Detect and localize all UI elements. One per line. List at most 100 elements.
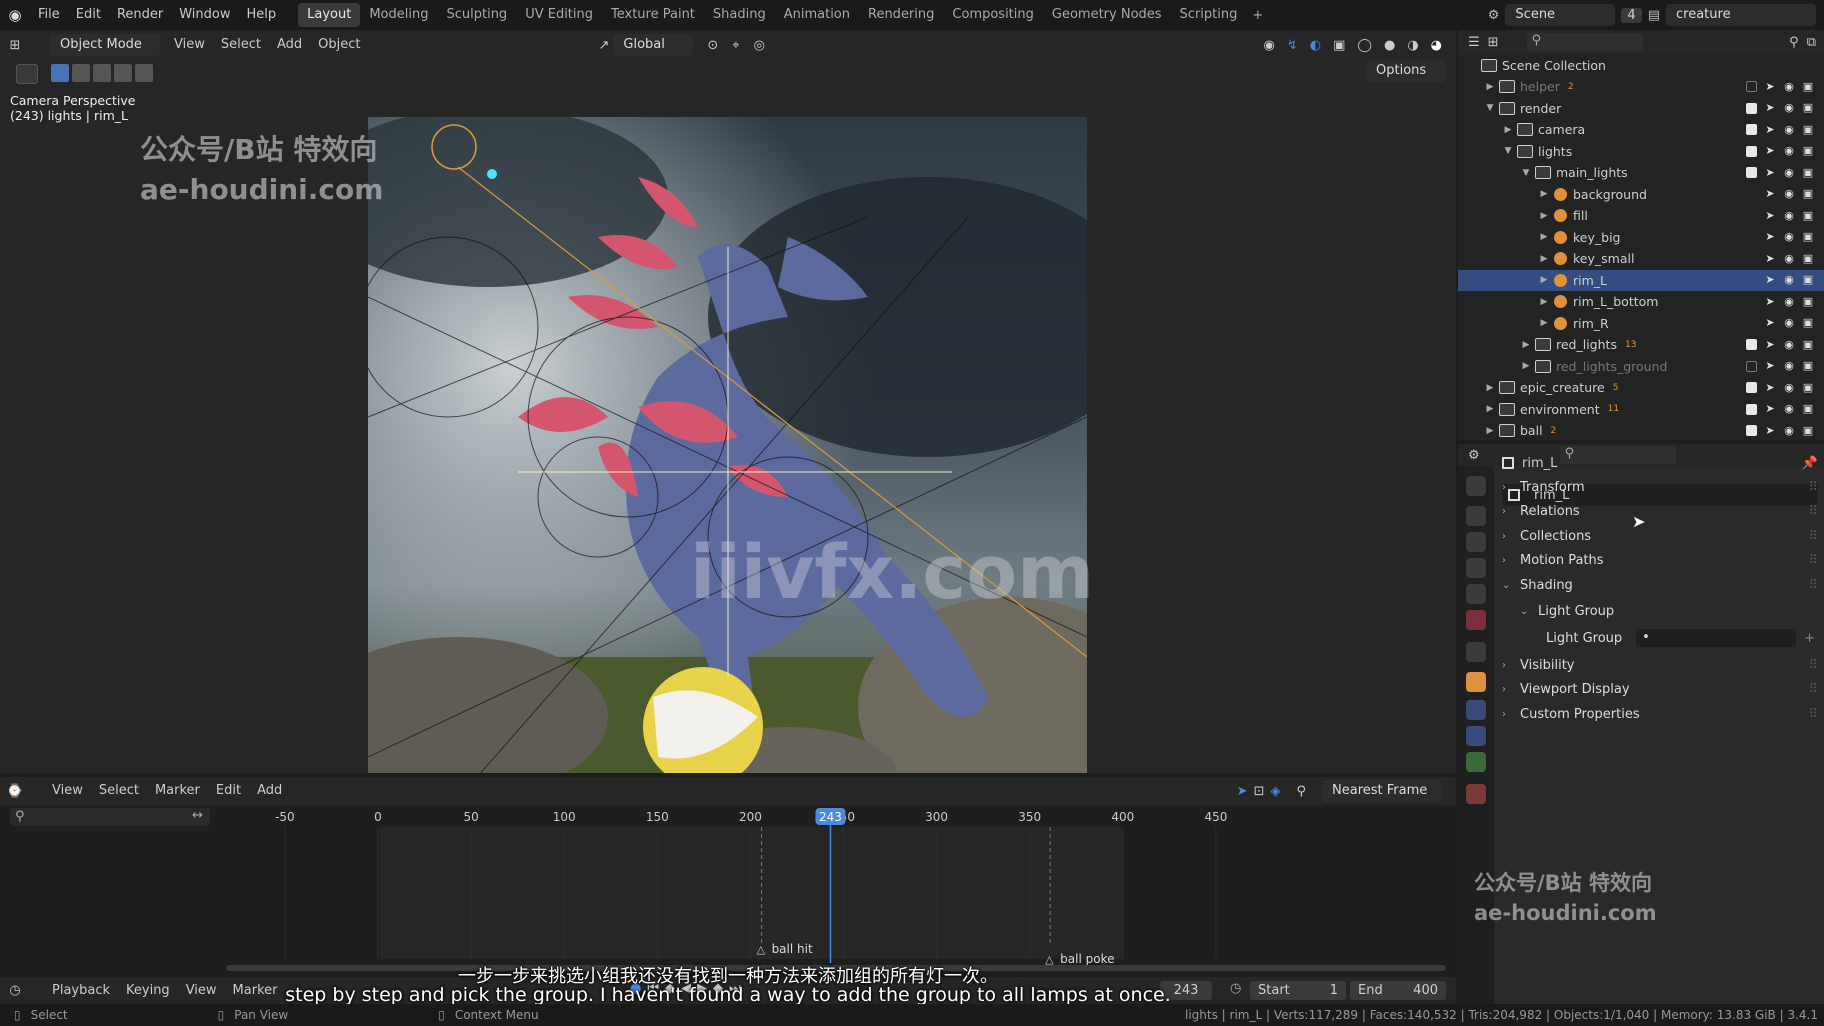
drag-handle-icon[interactable]: ⠿	[1808, 658, 1818, 673]
select-mode-intersect-icon[interactable]	[135, 64, 153, 82]
expand-closed-icon[interactable]: ▶	[1538, 297, 1550, 307]
new-collection-icon[interactable]: ⧉	[1807, 35, 1824, 50]
outliner-row-render[interactable]: ▼ render ➤ ◉ ▣	[1458, 98, 1824, 119]
visibility-eye-icon[interactable]: ◉	[1783, 295, 1795, 308]
selectable-icon[interactable]: ➤	[1764, 403, 1776, 415]
expand-closed-icon[interactable]: ▶	[1484, 82, 1496, 92]
selectable-icon[interactable]: ➤	[1764, 166, 1776, 179]
exclude-checkbox[interactable]	[1746, 403, 1757, 415]
outliner-row-fill[interactable]: ▶ fill ➤ ◉ ▣	[1458, 205, 1824, 226]
visibility-eye-icon[interactable]: ◉	[1783, 317, 1795, 329]
exclude-checkbox[interactable]	[1746, 102, 1757, 114]
viewport-menu-object[interactable]: Object	[310, 33, 368, 57]
proportional-edit-icon[interactable]: ◎	[754, 38, 765, 53]
selectable-icon[interactable]: ➤	[1764, 295, 1776, 308]
render-camera-icon[interactable]: ▣	[1802, 252, 1814, 265]
add-workspace-button[interactable]: +	[1246, 8, 1269, 23]
outliner-row-key-big[interactable]: ▶ key_big ➤ ◉ ▣	[1458, 227, 1824, 248]
solid-shading-icon[interactable]: ●	[1384, 38, 1395, 53]
only-show-selected-icon[interactable]: ➤	[1237, 784, 1248, 799]
selectable-icon[interactable]: ➤	[1764, 123, 1776, 136]
pivot-icon[interactable]: ⊙	[707, 38, 718, 53]
timeline-menu-add[interactable]: Add	[249, 779, 290, 803]
render-camera-icon[interactable]: ▣	[1802, 274, 1814, 286]
texture-tab-icon[interactable]	[1466, 784, 1486, 804]
outliner-row-red-lights[interactable]: ▶ red_lights 13 ➤ ◉ ▣	[1458, 334, 1824, 355]
render-camera-icon[interactable]: ▣	[1802, 295, 1814, 308]
timeline-editor-icon[interactable]: ⌚	[0, 784, 30, 799]
outliner-row-rim-R[interactable]: ▶ rim_R ➤ ◉ ▣	[1458, 313, 1824, 334]
expand-closed-icon[interactable]: ▶	[1538, 232, 1550, 242]
drag-handle-icon[interactable]: ⠿	[1808, 707, 1818, 722]
visibility-eye-icon[interactable]: ◉	[1783, 403, 1795, 415]
expand-closed-icon[interactable]: ▶	[1484, 404, 1496, 414]
scene-tab-icon[interactable]	[1466, 584, 1486, 604]
workspace-tab-uv-editing[interactable]: UV Editing	[516, 3, 602, 27]
scene-icon[interactable]: ⚙	[1488, 8, 1500, 23]
workspace-tab-texture-paint[interactable]: Texture Paint	[602, 3, 704, 27]
render-camera-icon[interactable]: ▣	[1802, 80, 1814, 93]
exclude-checkbox[interactable]	[1746, 425, 1757, 436]
world-tab-icon[interactable]	[1466, 610, 1486, 630]
rendered-shading-icon[interactable]: ◕	[1431, 38, 1442, 53]
workspace-tab-layout[interactable]: Layout	[298, 3, 361, 27]
view-layer-tab-icon[interactable]	[1466, 558, 1486, 578]
selectable-icon[interactable]: ➤	[1764, 381, 1776, 394]
menu-help[interactable]: Help	[239, 0, 285, 30]
select-mode-extend-icon[interactable]	[72, 64, 90, 82]
render-camera-icon[interactable]: ▣	[1802, 166, 1814, 179]
expand-closed-icon[interactable]: ▶	[1538, 189, 1550, 199]
exclude-checkbox[interactable]	[1746, 81, 1757, 92]
menu-edit[interactable]: Edit	[68, 0, 109, 30]
visibility-eye-icon[interactable]: ◉	[1783, 166, 1795, 179]
only-errors-icon[interactable]: ◈	[1270, 784, 1280, 799]
visibility-eye-icon[interactable]: ◉	[1783, 252, 1795, 265]
panel-relations[interactable]: › Relations ⠿	[1502, 501, 1818, 523]
workspace-tab-modeling[interactable]: Modeling	[360, 3, 437, 27]
render-camera-icon[interactable]: ▣	[1802, 403, 1814, 415]
panel-viewport-display[interactable]: › Viewport Display ⠿	[1502, 679, 1818, 701]
render-camera-icon[interactable]: ▣	[1802, 424, 1814, 437]
light-group-field[interactable]: •	[1636, 629, 1797, 647]
render-camera-icon[interactable]: ▣	[1802, 338, 1814, 351]
outliner-row-key-small[interactable]: ▶ key_small ➤ ◉ ▣	[1458, 248, 1824, 269]
physics-tab-icon[interactable]	[1466, 700, 1486, 720]
drag-handle-icon[interactable]: ⠿	[1808, 529, 1818, 544]
selectable-icon[interactable]: ➤	[1764, 231, 1776, 243]
drag-handle-icon[interactable]: ⠿	[1808, 578, 1818, 593]
drag-handle-icon[interactable]: ⠿	[1808, 682, 1818, 697]
render-camera-icon[interactable]: ▣	[1802, 209, 1814, 222]
outliner-filter-icon[interactable]: ⚲	[1789, 35, 1799, 50]
mode-selector[interactable]: Object Mode	[50, 34, 160, 56]
drag-handle-icon[interactable]: ⠿	[1808, 480, 1818, 495]
visibility-eye-icon[interactable]: ◉	[1783, 123, 1795, 136]
exclude-checkbox[interactable]	[1746, 124, 1757, 135]
expand-closed-icon[interactable]: ▶	[1520, 361, 1532, 371]
expand-open-icon[interactable]: ▼	[1502, 146, 1514, 156]
transform-orientation-icon[interactable]: ↗	[598, 38, 609, 53]
timeline-body[interactable]: ⚲ ↔ -50050100150200250300350400450△ball …	[0, 805, 1456, 975]
timeline-menu-edit[interactable]: Edit	[208, 779, 249, 803]
workspace-tab-sculpting[interactable]: Sculpting	[437, 3, 516, 27]
expand-closed-icon[interactable]: ▶	[1502, 125, 1514, 135]
render-camera-icon[interactable]: ▣	[1802, 123, 1814, 136]
snap-selector[interactable]: Nearest Frame	[1322, 780, 1442, 802]
expand-closed-icon[interactable]: ▶	[1538, 275, 1550, 285]
visibility-eye-icon[interactable]: ◉	[1783, 80, 1795, 93]
render-camera-icon[interactable]: ▣	[1802, 102, 1814, 114]
scene-selector[interactable]: Scene	[1505, 4, 1616, 26]
expand-closed-icon[interactable]: ▶	[1538, 211, 1550, 221]
panel-motion-paths[interactable]: › Motion Paths ⠿	[1502, 550, 1818, 572]
visibility-icon[interactable]: ◉	[1264, 38, 1275, 53]
select-mode-new-icon[interactable]	[51, 64, 69, 82]
visibility-eye-icon[interactable]: ◉	[1783, 338, 1795, 351]
timeline-canvas[interactable]: -50050100150200250300350400450△ball hit△…	[0, 805, 1456, 975]
selectable-icon[interactable]: ➤	[1764, 252, 1776, 265]
material-shading-icon[interactable]: ◑	[1407, 38, 1418, 53]
object-data-tab-icon[interactable]	[1466, 752, 1486, 772]
visibility-eye-icon[interactable]: ◉	[1783, 209, 1795, 222]
editor-type-icon[interactable]: ⊞	[0, 38, 30, 53]
render-camera-icon[interactable]: ▣	[1802, 360, 1814, 372]
options-button[interactable]: Options	[1366, 60, 1446, 82]
marker-label[interactable]: ball hit	[772, 942, 813, 956]
